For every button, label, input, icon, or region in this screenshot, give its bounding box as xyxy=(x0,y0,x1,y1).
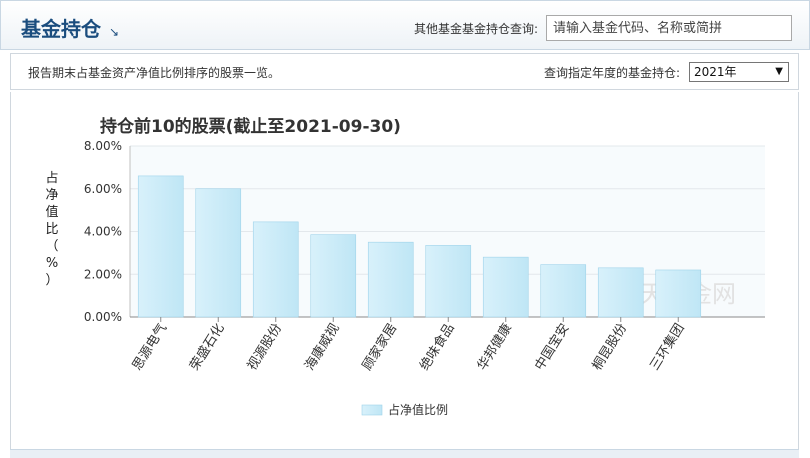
year-select-value: 2021年 xyxy=(694,65,737,79)
legend-swatch xyxy=(361,404,383,416)
year-select[interactable]: 2021年 ▼ xyxy=(689,62,789,82)
y-axis-label-char: 值 xyxy=(45,204,58,220)
bar xyxy=(425,245,472,318)
bar xyxy=(597,267,644,318)
header-bar: 基金持仓 ↘ 其他基金基金持仓查询: xyxy=(0,0,810,50)
search-input[interactable] xyxy=(546,15,792,41)
y-axis-label-char: 比 xyxy=(45,222,58,237)
y-axis-label-char: % xyxy=(46,256,58,271)
arrow-icon[interactable]: ↘ xyxy=(109,25,119,39)
holdings-bar-chart: 持仓前10的股票(截止至2021-09-30) 0.00% 2.00% 4.00% 6.… xyxy=(45,116,765,417)
x-tick-label: 华邦健康 xyxy=(474,321,515,374)
legend-label: 占净值比例 xyxy=(388,402,448,417)
x-tick-label: 视源股份 xyxy=(245,321,285,373)
x-tick-label: 思源电气 xyxy=(129,321,170,374)
page-title: 基金持仓 xyxy=(21,17,101,41)
x-tick-label: 绝味食品 xyxy=(417,321,458,374)
y-axis-label-char: 占 xyxy=(45,171,58,186)
y-axis-label-char: （ xyxy=(45,239,58,254)
search-label: 其他基金基金持仓查询: xyxy=(414,22,539,36)
chevron-down-icon: ▼ xyxy=(775,66,783,77)
bar xyxy=(367,241,414,318)
y-axis-label-char: 净 xyxy=(45,188,58,203)
year-select-label: 查询指定年度的基金持仓: xyxy=(544,66,681,80)
y-axis-label-char: ） xyxy=(45,273,58,288)
bar xyxy=(252,221,299,318)
x-tick-label: 荣盛石化 xyxy=(187,321,227,373)
sub-toolbar: 报告期末占基金资产净值比例排序的股票一览。 查询指定年度的基金持仓: 2021年… xyxy=(10,53,799,90)
y-tick-label: 0.00% xyxy=(84,310,122,324)
bar xyxy=(137,175,184,318)
x-tick-label: 顾家家居 xyxy=(359,321,400,374)
x-tick-label: 海康威视 xyxy=(302,321,343,374)
bar xyxy=(482,256,529,318)
x-tick-label: 中国宝安 xyxy=(532,321,572,373)
chart-title: 持仓前10的股票(截止至2021-09-30) xyxy=(100,116,401,137)
x-tick-label: 桐昆股份 xyxy=(590,321,630,373)
y-tick-label: 8.00% xyxy=(84,139,122,153)
bar xyxy=(310,234,357,318)
description-text: 报告期末占基金资产净值比例排序的股票一览。 xyxy=(28,66,281,80)
x-tick-label: 三环集团 xyxy=(647,321,688,374)
bar xyxy=(195,188,242,318)
bar xyxy=(540,264,587,318)
bar xyxy=(655,269,702,318)
y-tick-label: 6.00% xyxy=(84,182,122,196)
y-tick-label: 4.00% xyxy=(84,225,122,239)
y-tick-label: 2.00% xyxy=(84,267,122,281)
